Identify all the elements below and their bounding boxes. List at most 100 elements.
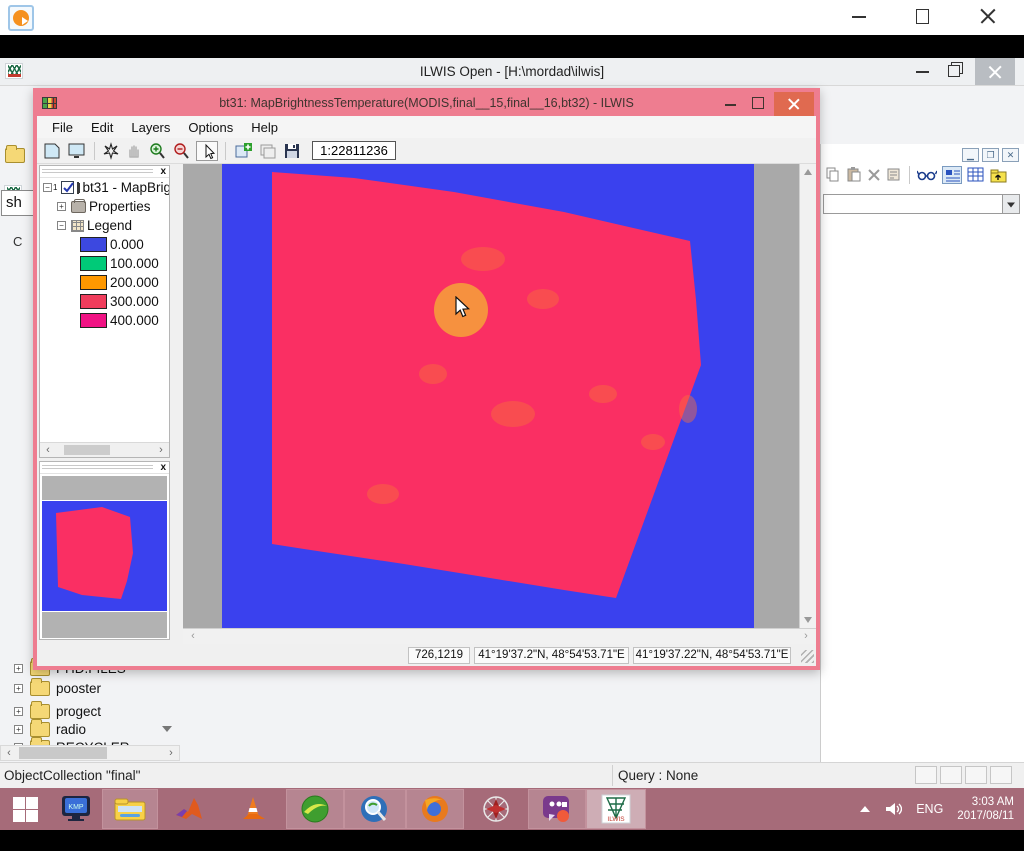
close-pane-icon[interactable]: x xyxy=(160,166,166,177)
player-app-icon[interactable] xyxy=(8,5,34,31)
scroll-thumb[interactable] xyxy=(19,747,107,759)
taskbar-file-explorer[interactable] xyxy=(102,789,158,829)
taskbar-firefox[interactable] xyxy=(406,789,464,829)
taskbar-vlc[interactable] xyxy=(220,789,286,829)
delete-icon[interactable] xyxy=(867,168,881,182)
legend-item[interactable]: 300.000 xyxy=(40,292,169,311)
taskbar-matlab[interactable] xyxy=(158,789,220,829)
expand-icon[interactable]: + xyxy=(14,725,23,734)
map-maximize-button[interactable] xyxy=(752,97,764,109)
map-close-button[interactable] xyxy=(774,92,814,116)
paste-icon[interactable] xyxy=(846,167,862,183)
tree-horizontal-scrollbar[interactable]: ‹ › xyxy=(0,745,180,761)
select-tool-icon[interactable] xyxy=(196,141,218,161)
start-button[interactable] xyxy=(0,789,50,829)
up-folder-icon[interactable] xyxy=(990,168,1008,183)
scroll-thumb[interactable] xyxy=(64,445,110,455)
entire-map-icon[interactable] xyxy=(102,142,120,160)
main-restore-button[interactable] xyxy=(948,65,960,77)
legend-item[interactable]: 200.000 xyxy=(40,273,169,292)
layer-root-row[interactable]: − 1 bt31 - MapBrigl xyxy=(40,178,169,197)
close-pane-icon[interactable]: x xyxy=(160,462,166,473)
clock[interactable]: 3:03 AM 2017/08/11 xyxy=(957,795,1014,823)
layer-checkbox[interactable] xyxy=(61,181,74,194)
tree-item-progect[interactable]: + progect xyxy=(0,701,101,721)
properties-row[interactable]: + Properties xyxy=(40,197,169,216)
pan-hand-icon[interactable] xyxy=(125,142,143,160)
pane-grip[interactable]: x xyxy=(40,166,169,178)
scroll-right-icon[interactable]: › xyxy=(153,443,169,457)
tree-item-radio[interactable]: + radio xyxy=(0,719,86,739)
layer-manage-icon[interactable] xyxy=(258,142,278,160)
main-close-button[interactable] xyxy=(975,58,1015,85)
main-titlebar[interactable]: ILWIS Open - [H:\mordad\ilwis] xyxy=(0,58,1024,86)
full-screen-icon[interactable] xyxy=(67,142,87,160)
legend-row[interactable]: − Legend xyxy=(40,216,169,235)
list-view-icon[interactable] xyxy=(942,166,962,184)
mdi-minimize-button[interactable]: ▁ xyxy=(962,148,979,162)
customize-glasses-icon[interactable] xyxy=(917,168,937,182)
properties-icon[interactable] xyxy=(886,167,902,183)
menu-options[interactable]: Options xyxy=(179,120,242,135)
menu-help[interactable]: Help xyxy=(242,120,287,135)
toolbar-folder-icon[interactable] xyxy=(5,148,25,163)
collapse-icon[interactable]: − xyxy=(57,221,66,230)
filter-input[interactable]: sh xyxy=(1,190,34,216)
detail-view-icon[interactable] xyxy=(967,167,985,183)
map-titlebar[interactable]: bt31: MapBrightnessTemperature(MODIS,fin… xyxy=(37,92,816,116)
overview-map[interactable] xyxy=(42,501,167,611)
tray-expand-icon[interactable] xyxy=(860,806,870,812)
save-icon[interactable] xyxy=(283,142,301,160)
taskbar-sas-planet[interactable] xyxy=(344,789,406,829)
expand-icon[interactable]: + xyxy=(14,684,23,693)
add-layer-icon[interactable] xyxy=(233,142,253,160)
legend-item[interactable]: 100.000 xyxy=(40,254,169,273)
copy-icon[interactable] xyxy=(825,167,841,183)
tree-scroll-down-icon[interactable] xyxy=(162,726,172,732)
player-maximize-button[interactable] xyxy=(916,9,929,24)
catalog-address-combobox[interactable] xyxy=(823,194,1020,214)
combobox-dropdown-button[interactable] xyxy=(1002,195,1019,213)
map-toolbar: 1:22811236 xyxy=(37,138,816,164)
expand-icon[interactable]: + xyxy=(14,707,23,716)
legend-item[interactable]: 400.000 xyxy=(40,311,169,330)
scroll-left-icon[interactable]: ‹ xyxy=(185,629,201,643)
taskbar-idm[interactable] xyxy=(286,789,344,829)
map-horizontal-scrollbar[interactable]: ‹ › xyxy=(183,628,816,644)
player-close-button[interactable] xyxy=(980,8,996,24)
expand-icon[interactable]: + xyxy=(57,202,66,211)
main-minimize-button[interactable] xyxy=(916,71,929,73)
taskbar-ilwis[interactable]: ILWIS xyxy=(586,789,646,829)
scroll-down-icon[interactable] xyxy=(804,617,812,623)
menu-layers[interactable]: Layers xyxy=(122,120,179,135)
taskbar-screen-recorder[interactable] xyxy=(528,789,586,829)
collapse-icon[interactable]: − xyxy=(43,183,52,192)
taskbar-webshots[interactable] xyxy=(464,789,528,829)
pane-grip[interactable]: x xyxy=(40,462,169,474)
resize-grip[interactable] xyxy=(801,650,814,663)
scale-input[interactable]: 1:22811236 xyxy=(312,141,396,160)
zoom-in-icon[interactable] xyxy=(148,142,167,160)
scroll-up-icon[interactable] xyxy=(804,169,812,175)
map-vertical-scrollbar[interactable] xyxy=(799,164,816,628)
player-minimize-button[interactable] xyxy=(852,16,866,18)
volume-icon[interactable] xyxy=(884,801,902,817)
mdi-close-button[interactable]: ✕ xyxy=(1002,148,1019,162)
expand-icon[interactable]: + xyxy=(14,664,23,673)
scroll-left-icon[interactable]: ‹ xyxy=(1,746,17,760)
legend-item[interactable]: 0.000 xyxy=(40,235,169,254)
new-map-icon[interactable] xyxy=(43,142,62,160)
scroll-left-icon[interactable]: ‹ xyxy=(40,443,56,457)
layer-pane-scrollbar[interactable]: ‹ › xyxy=(40,442,169,457)
menu-file[interactable]: File xyxy=(43,120,82,135)
menu-edit[interactable]: Edit xyxy=(82,120,122,135)
mdi-restore-button[interactable]: ❐ xyxy=(982,148,999,162)
scroll-right-icon[interactable]: › xyxy=(163,746,179,760)
language-indicator[interactable]: ENG xyxy=(916,802,943,816)
zoom-out-icon[interactable] xyxy=(172,142,191,160)
taskbar-kmplayer[interactable]: KMP xyxy=(50,789,102,829)
map-minimize-button[interactable] xyxy=(725,104,736,106)
tree-item-pooster[interactable]: + pooster xyxy=(0,678,101,698)
scroll-right-icon[interactable]: › xyxy=(798,629,814,643)
map-canvas[interactable] xyxy=(183,164,799,628)
